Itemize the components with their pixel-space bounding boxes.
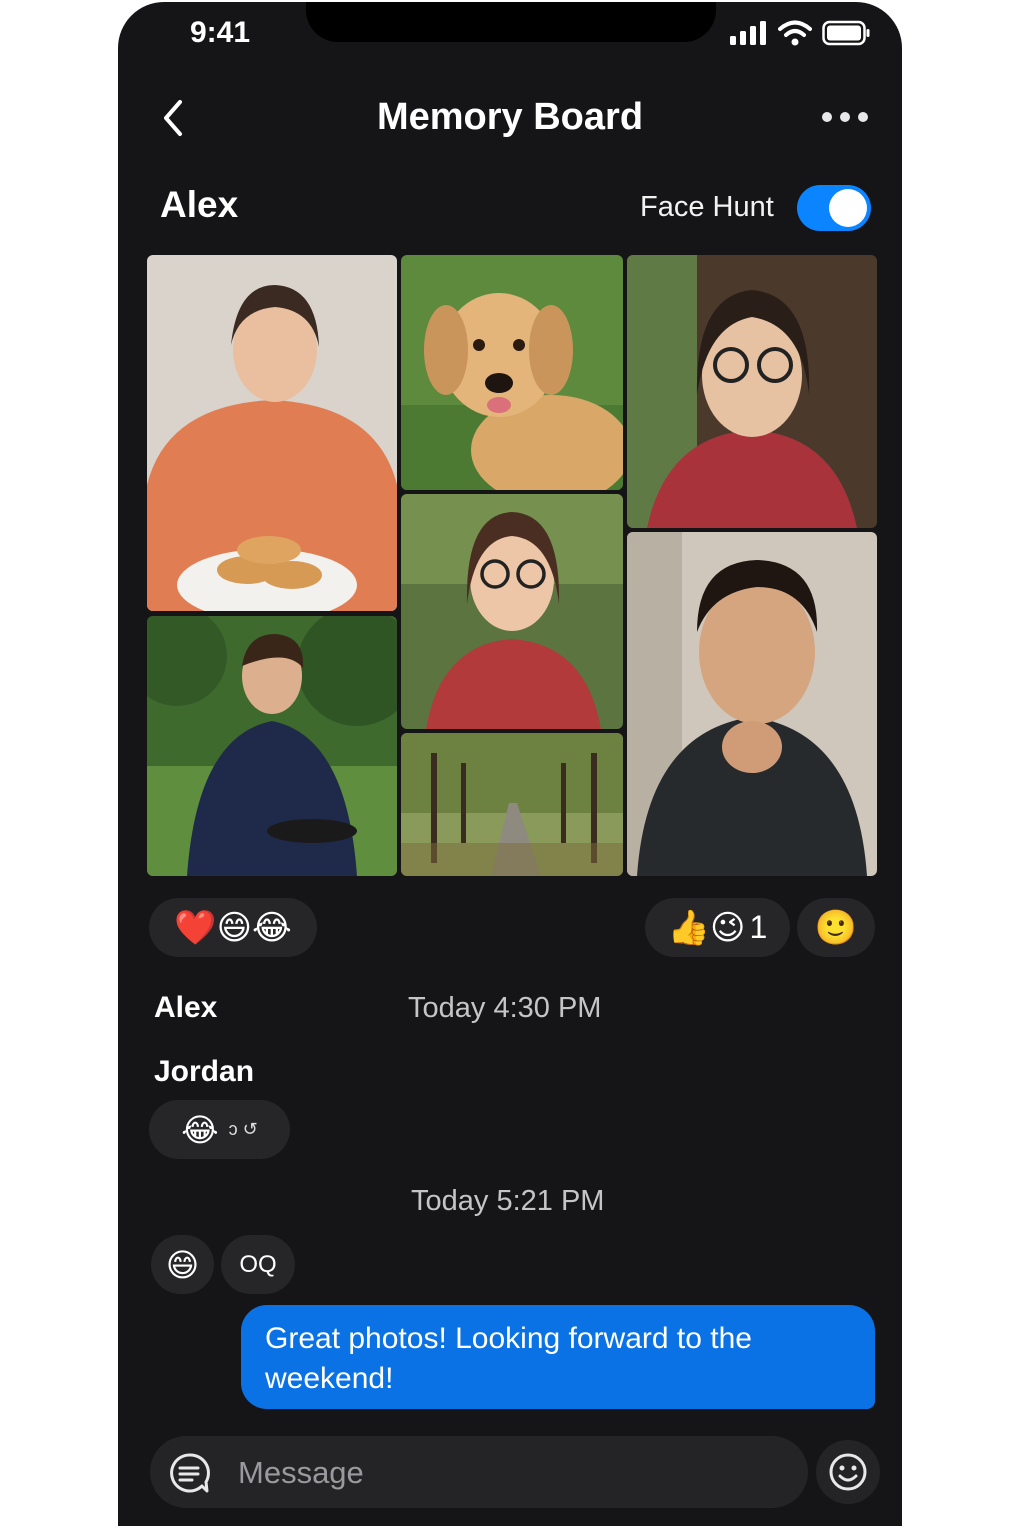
photo-man-frisbee[interactable] — [147, 616, 397, 876]
chat-bubble-icon[interactable] — [168, 1452, 210, 1494]
phone-screen: 9:41 Memory Board Alex Face Hunt ❤️😄😂 👍😉… — [118, 2, 902, 1526]
short-message-bubble[interactable]: OQ — [221, 1235, 295, 1294]
toggle-knob — [829, 189, 867, 227]
reaction-pill-left[interactable]: ❤️😄😂 — [149, 898, 317, 957]
board-owner-name: Alex — [160, 184, 239, 225]
jordan-reaction-bubble[interactable]: 😂 ↄ ↺ — [149, 1100, 290, 1159]
timestamp: Today 4:30 PM — [408, 992, 602, 1024]
signal-icon — [730, 21, 766, 45]
timestamp: Today 5:21 PM — [411, 1185, 605, 1217]
add-reaction-button[interactable]: 🙂 — [797, 898, 875, 957]
wifi-icon — [778, 20, 812, 46]
smiley-icon — [829, 1453, 867, 1491]
message-input[interactable] — [236, 1446, 780, 1500]
status-time: 9:41 — [190, 16, 251, 49]
photo-woman-pancakes[interactable] — [147, 255, 397, 611]
photo-man-thinking[interactable] — [627, 532, 877, 876]
outgoing-message-bubble[interactable]: Great photos! Looking forward to the wee… — [241, 1305, 875, 1409]
status-icons — [730, 20, 870, 46]
notch — [306, 2, 716, 42]
emoji-reaction-bubble[interactable]: 😄 — [151, 1235, 214, 1294]
sender-jordan: Jordan — [154, 1055, 255, 1088]
face-hunt-toggle[interactable] — [797, 185, 871, 231]
battery-icon — [822, 20, 870, 46]
more-options-icon[interactable] — [822, 112, 868, 122]
emoji-picker-button[interactable] — [816, 1440, 880, 1504]
photo-woman-glasses-porch[interactable] — [627, 255, 877, 528]
reaction-count: 1 — [749, 909, 768, 945]
photo-dog[interactable] — [401, 255, 623, 490]
face-hunt-label: Face Hunt — [640, 191, 774, 223]
outgoing-message-text: Great photos! Looking forward to the wee… — [265, 1322, 752, 1395]
photo-woman-smiling-forest[interactable] — [401, 494, 623, 729]
message-input-bar — [150, 1436, 808, 1508]
sender-alex: Alex — [154, 991, 218, 1024]
photo-tree-lined-path[interactable] — [401, 733, 623, 876]
reaction-marks: ↄ ↺ — [228, 1119, 258, 1139]
page-title: Memory Board — [376, 96, 644, 138]
reaction-pill-right[interactable]: 👍😉 1 — [645, 898, 790, 957]
